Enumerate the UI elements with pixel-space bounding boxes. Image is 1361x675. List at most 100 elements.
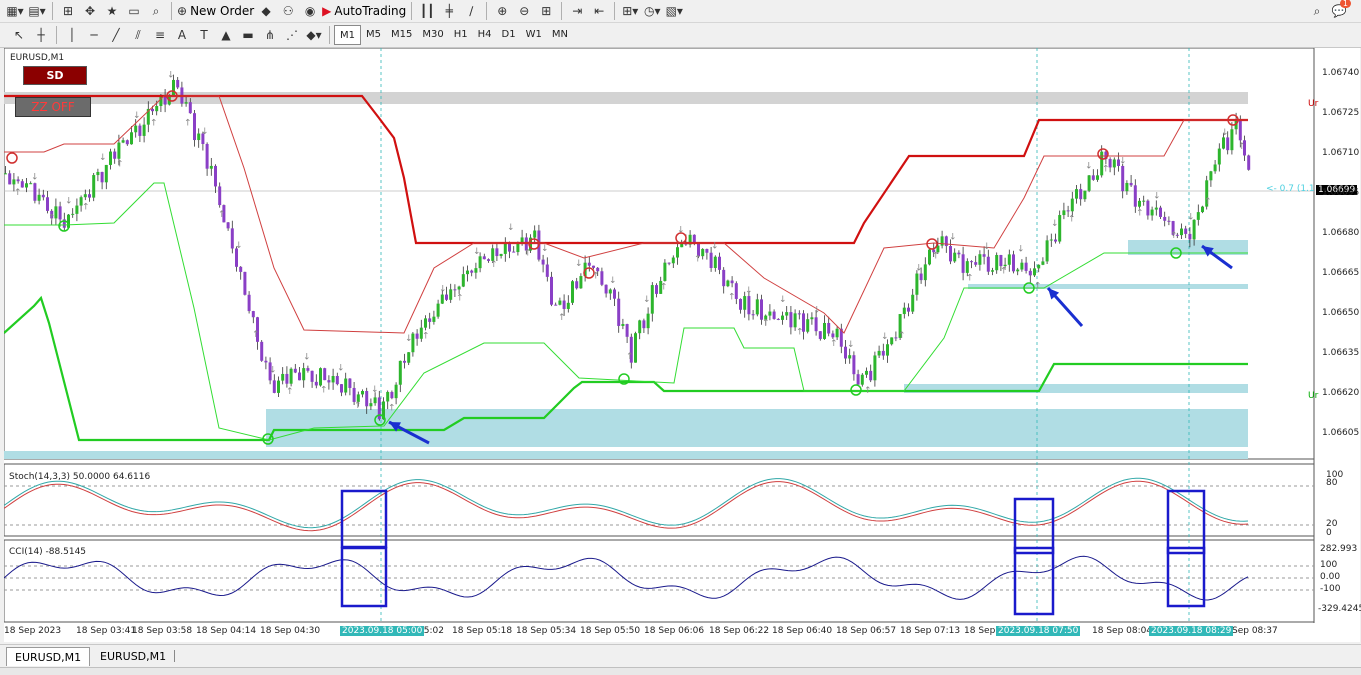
candle-body	[667, 262, 671, 264]
up-signal-arrow-icon: ↑	[1034, 282, 1042, 292]
timeframe-d1[interactable]: D1	[497, 25, 521, 43]
tester-icon[interactable]: ⌕	[146, 2, 166, 20]
down-signal-arrow-icon: ↓	[31, 173, 39, 183]
up-signal-arrow-icon: ↑	[830, 339, 838, 349]
text-label-icon[interactable]: T	[194, 26, 214, 44]
tile-windows-icon[interactable]: ⊞	[536, 2, 556, 20]
down-signal-arrow-icon: ↓	[133, 111, 141, 121]
candle-body	[205, 143, 209, 169]
horizontal-line-icon[interactable]: ─	[84, 26, 104, 44]
chart-shift-icon[interactable]: ⇤	[589, 2, 609, 20]
candle-body	[310, 370, 314, 382]
candle-body	[739, 298, 742, 310]
timeframe-m30[interactable]: M30	[417, 25, 448, 43]
cursor-icon[interactable]: ↖	[9, 26, 29, 44]
up-signal-arrow-icon: ↑	[150, 119, 158, 129]
timeframe-m5[interactable]: M5	[361, 25, 386, 43]
fibonacci-icon[interactable]: ≡	[150, 26, 170, 44]
autotrading-button[interactable]: ▶ AutoTrading	[322, 2, 406, 20]
metaeditor-icon[interactable]: ◆	[256, 2, 276, 20]
cci-level-label: 0.00	[1320, 572, 1341, 582]
bar-chart-icon[interactable]: ┃┃	[417, 2, 437, 20]
chart-tab-2[interactable]: EURUSD,M1	[92, 647, 174, 665]
time-axis-label: 18 Sep 03:41	[76, 626, 137, 636]
rectangle-icon[interactable]: ▬	[238, 26, 258, 44]
candle-body	[293, 368, 297, 373]
notifications-icon[interactable]: 💬 1	[1329, 0, 1351, 20]
line-chart-icon[interactable]: ∕	[461, 2, 481, 20]
timeframe-h1[interactable]: H1	[449, 25, 473, 43]
candle-body	[965, 261, 969, 273]
zoom-in-icon[interactable]: ⊕	[492, 2, 512, 20]
up-signal-arrow-icon: ↑	[490, 260, 498, 270]
timeframe-m1[interactable]: M1	[334, 25, 361, 45]
crosshair-icon[interactable]: ┼	[31, 26, 51, 44]
up-signal-arrow-icon: ↑	[796, 328, 804, 338]
favorites-star-icon[interactable]: ★	[102, 2, 122, 20]
candle-body	[398, 360, 402, 385]
indicators-icon[interactable]: ⊞▾	[620, 2, 640, 20]
terminal-icon[interactable]: ▭	[124, 2, 144, 20]
up-signal-arrow-icon: ↑	[1068, 214, 1076, 224]
candle-body	[953, 252, 957, 262]
candle-body	[155, 105, 159, 112]
candlestick-icon[interactable]: ╪	[439, 2, 459, 20]
candle-body	[558, 300, 562, 305]
candle-body	[92, 175, 96, 198]
timeframe-h4[interactable]: H4	[473, 25, 497, 43]
candle-body	[705, 248, 709, 253]
gann-icon[interactable]: ⋰	[282, 26, 302, 44]
down-signal-arrow-icon: ↓	[1187, 213, 1195, 223]
new-order-button[interactable]: ⊕ New Order	[177, 2, 254, 20]
candle-body	[226, 222, 230, 229]
candle-body	[415, 333, 419, 339]
candle-body	[1070, 198, 1074, 212]
triangle-icon[interactable]: ▲	[216, 26, 236, 44]
vertical-line-icon[interactable]: │	[62, 26, 82, 44]
timeframe-mn[interactable]: MN	[547, 25, 573, 43]
candle-body	[172, 79, 175, 96]
up-signal-arrow-icon: ↑	[1204, 197, 1212, 207]
timeframe-w1[interactable]: W1	[521, 25, 547, 43]
candle-body	[571, 281, 574, 303]
candle-body	[272, 380, 276, 393]
signals-icon[interactable]: ⚇	[278, 2, 298, 20]
candle-body	[1138, 200, 1141, 207]
toolbar-separator	[411, 2, 413, 20]
chart-window[interactable]: ↑ ↓ ↑ ↓ ↑ ↓ ↑ ↓ ↑ ↓ ↑ ↓ ↑ ↓ ↑ ↓ ↑ ↓ ↑ ↓ ↑ ↓ ↑ ↓ ↑ ↓ ↑ ↓ ↑ ↓ ↑ ↓ ↑ ↓ ↑ ↓ ↑ ↓ ↑ ↓…	[4, 48, 1361, 642]
down-signal-arrow-icon: ↓	[1119, 156, 1127, 166]
zoom-out-icon[interactable]: ⊖	[514, 2, 534, 20]
candle-body	[327, 380, 331, 383]
autoscroll-icon[interactable]: ⇥	[567, 2, 587, 20]
periods-icon[interactable]: ◷▾	[642, 2, 662, 20]
candle-body	[768, 311, 772, 316]
candle-body	[340, 384, 343, 393]
pitchfork-icon[interactable]: ⋔	[260, 26, 280, 44]
trendline-icon[interactable]: ╱	[106, 26, 126, 44]
market-watch-icon[interactable]: ⊞	[58, 2, 78, 20]
timeframe-m15[interactable]: M15	[386, 25, 417, 43]
candle-body	[982, 254, 986, 257]
candle-body	[646, 313, 650, 329]
templates-icon[interactable]: ▧▾	[664, 2, 684, 20]
equidistant-channel-icon[interactable]: ⫽	[128, 26, 148, 44]
candle-body	[365, 391, 369, 407]
candle-body	[579, 276, 583, 289]
search-icon[interactable]: ⌕	[1307, 2, 1327, 20]
radio-icon[interactable]: ◉	[300, 2, 320, 20]
sd-button[interactable]: SD	[23, 66, 87, 85]
zz-off-button[interactable]: ZZ OFF	[15, 97, 91, 117]
shapes-dropdown-icon[interactable]: ◆▾	[304, 26, 324, 44]
crosshair-navigator-icon[interactable]: ✥	[80, 2, 100, 20]
price-chart-svg[interactable]: ↑ ↓ ↑ ↓ ↑ ↓ ↑ ↓ ↑ ↓ ↑ ↓ ↑ ↓ ↑ ↓ ↑ ↓ ↑ ↓ ↑ ↓ ↑ ↓ ↑ ↓ ↑ ↓ ↑ ↓ ↑ ↓ ↑ ↓ ↑ ↓ ↑ ↓ ↑ ↓…	[4, 48, 1360, 642]
candle-body	[676, 247, 679, 258]
candle-body	[894, 337, 898, 339]
text-icon[interactable]: A	[172, 26, 192, 44]
new-chart-icon[interactable]: ▦▾	[5, 2, 25, 20]
price-level-label: 1.06695	[1322, 188, 1360, 198]
candle-body	[436, 303, 440, 317]
profiles-icon[interactable]: ▤▾	[27, 2, 47, 20]
candle-body	[1091, 175, 1095, 180]
chart-tab-1[interactable]: EURUSD,M1	[6, 647, 91, 666]
down-signal-arrow-icon: ↓	[405, 334, 413, 344]
